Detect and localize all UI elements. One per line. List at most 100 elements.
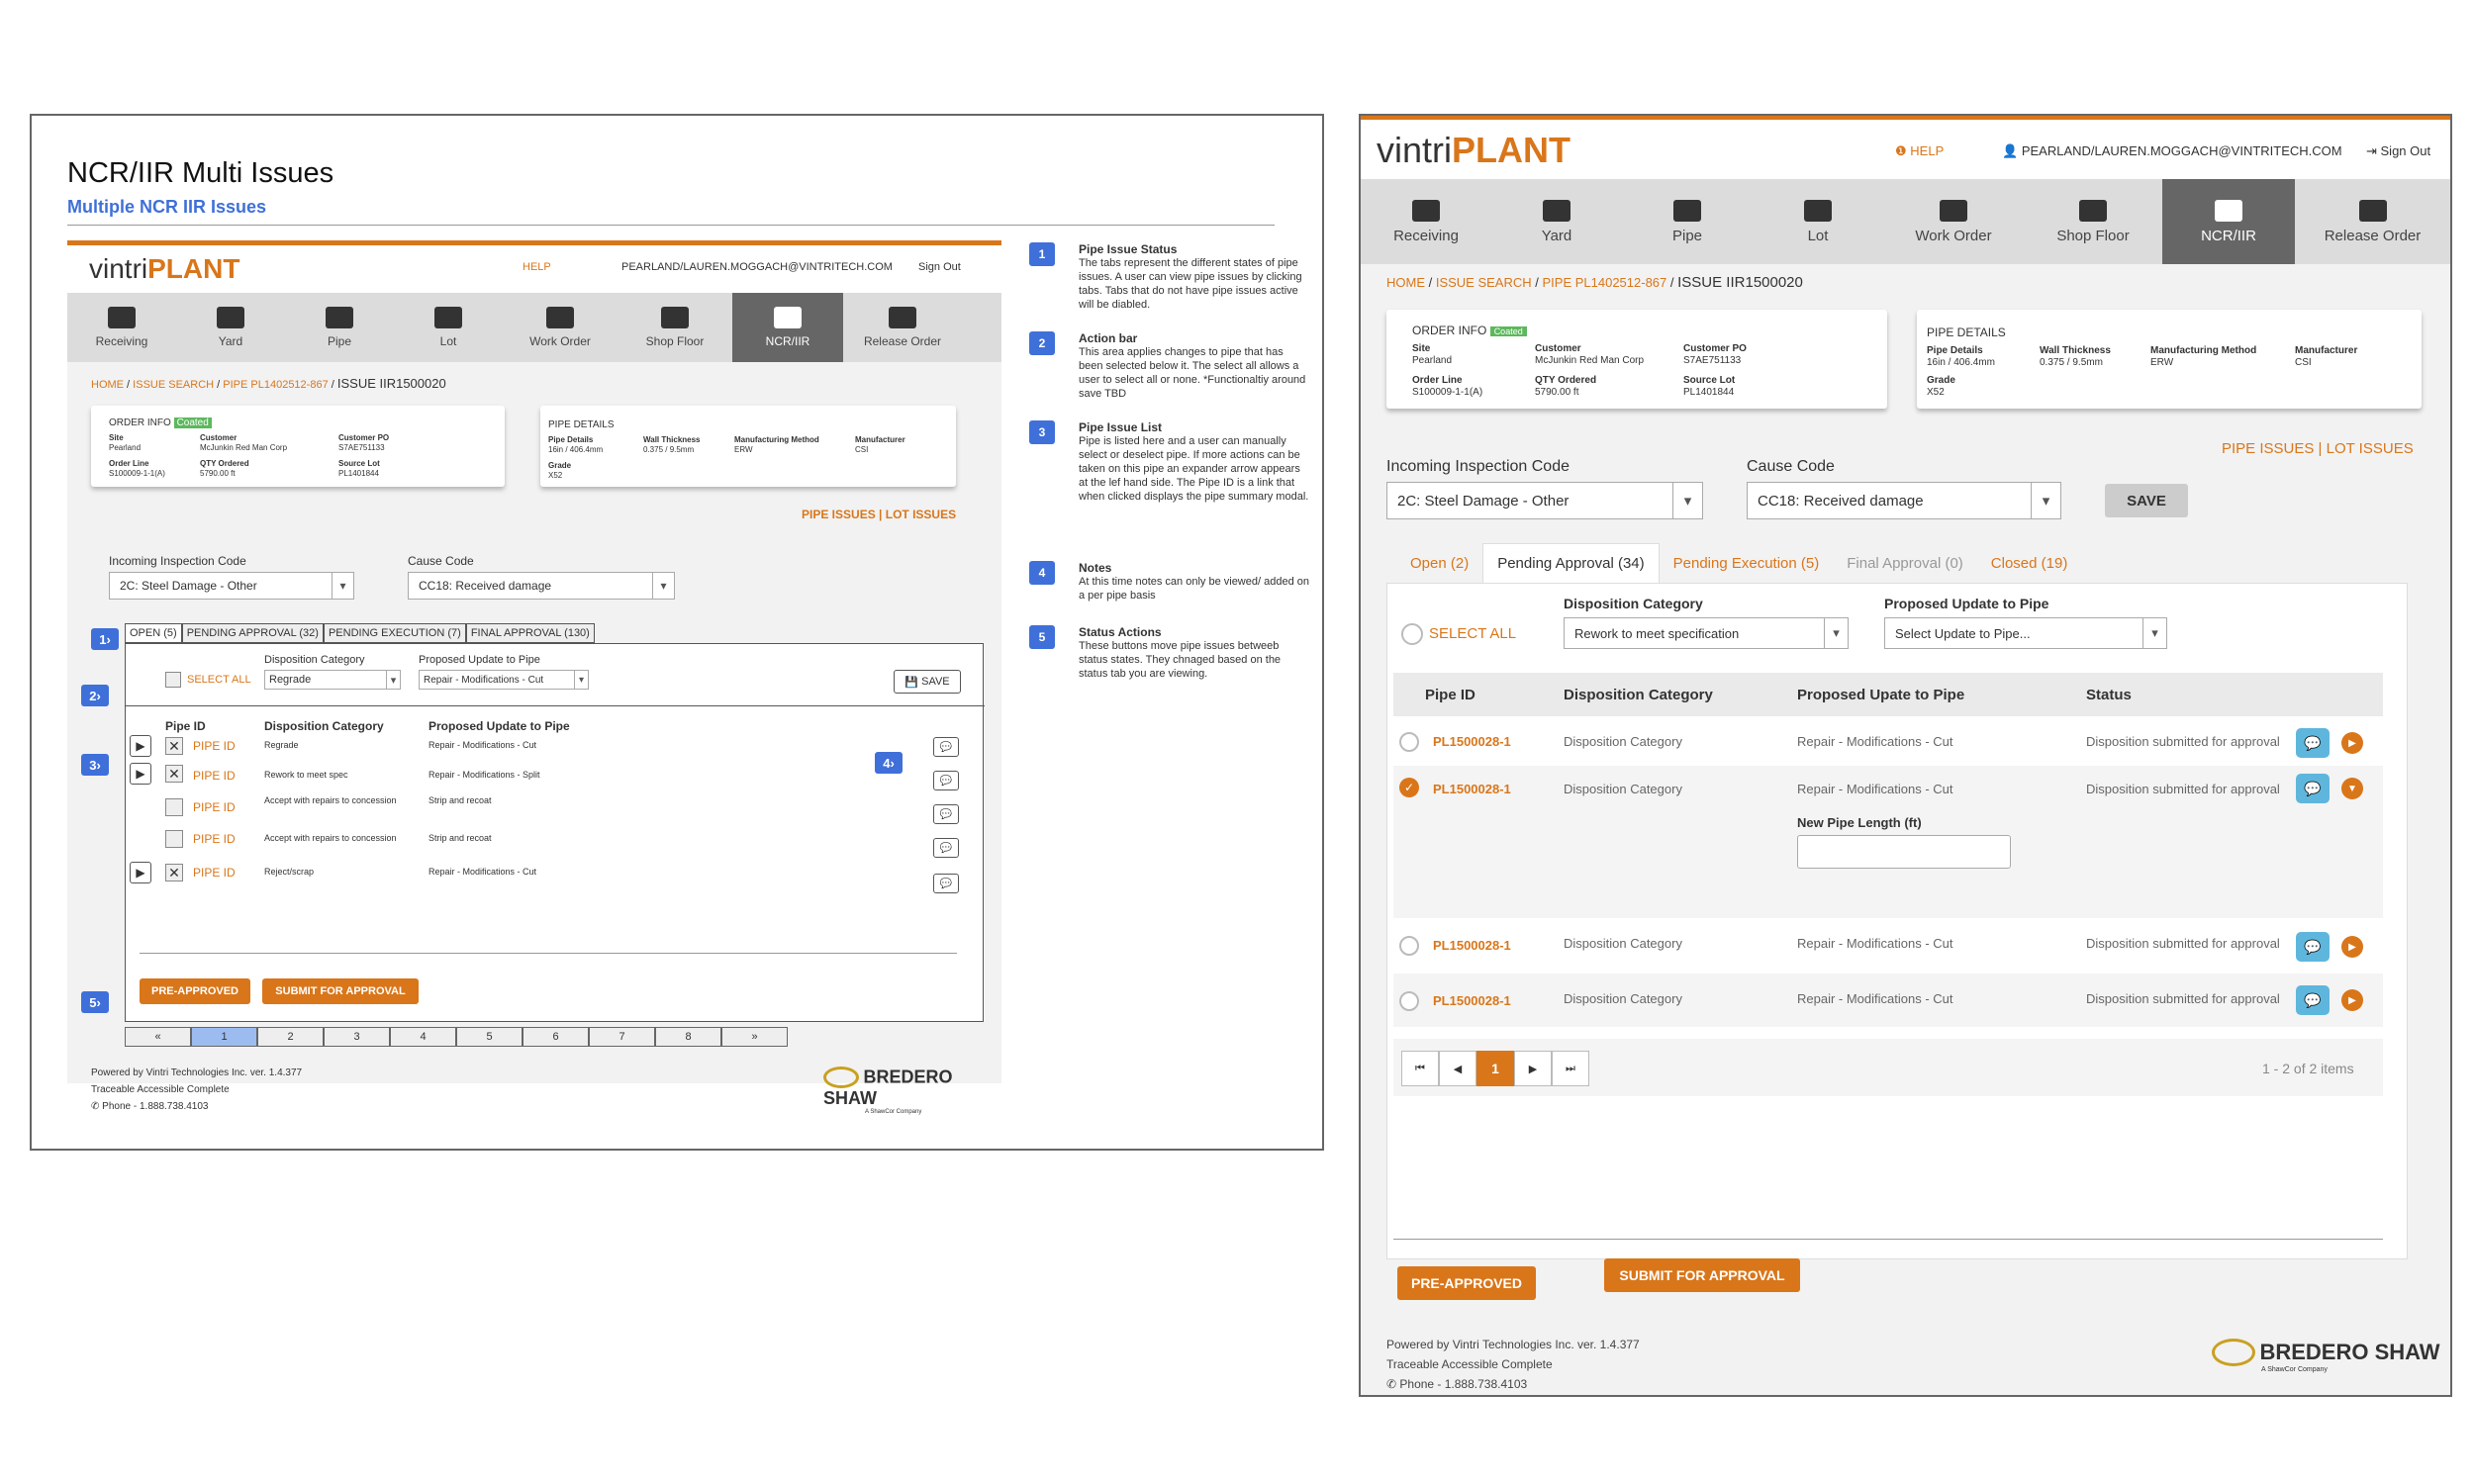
nav-work-order[interactable]: Work Order	[503, 293, 618, 362]
tab-pending-approval[interactable]: PENDING APPROVAL (32)	[181, 623, 324, 643]
checked-radio-icon[interactable]: ✓	[1399, 778, 1419, 797]
expand-arrow-icon[interactable]: ▶	[130, 763, 151, 785]
nav-yard[interactable]: Yard	[176, 293, 285, 362]
pre-approved-button[interactable]: PRE-APPROVED	[1397, 1266, 1536, 1300]
nav-ncr-iir[interactable]: NCR/IIR	[2162, 179, 2295, 264]
row-checkbox[interactable]: ✕	[165, 765, 183, 783]
nav-pipe[interactable]: Pipe	[285, 293, 394, 362]
pager-first-icon[interactable]: ⏮	[1401, 1051, 1439, 1086]
page-8[interactable]: 8	[655, 1027, 721, 1047]
crumb-search[interactable]: ISSUE SEARCH	[1436, 275, 1532, 290]
page-1[interactable]: 1	[191, 1027, 257, 1047]
tab-final-approval[interactable]: FINAL APPROVAL (130)	[465, 623, 595, 643]
signout-link[interactable]: ⇥ Sign Out	[2366, 143, 2430, 159]
pipe-id-link[interactable]: PIPE ID	[193, 800, 236, 814]
nav-release-order[interactable]: Release Order	[2295, 179, 2450, 264]
pager-last-icon[interactable]: ⏭	[1552, 1051, 1589, 1086]
inspection-select[interactable]: 2C: Steel Damage - Other ▾	[109, 572, 354, 600]
nav-lot[interactable]: Lot	[394, 293, 503, 362]
new-length-input[interactable]	[1797, 835, 2011, 869]
page-5[interactable]: 5	[456, 1027, 523, 1047]
crumb-search[interactable]: ISSUE SEARCH	[133, 379, 214, 391]
pipe-id-link[interactable]: PL1500028-1	[1433, 734, 1511, 749]
note-bubble-icon[interactable]: 💬	[933, 737, 959, 757]
note-bubble-icon[interactable]: 💬	[2296, 932, 2330, 962]
note-bubble-icon[interactable]: 💬	[933, 874, 959, 893]
tab-open[interactable]: Open (2)	[1386, 555, 1482, 572]
tab-open[interactable]: OPEN (5)	[125, 623, 182, 643]
nav-ncr-iir[interactable]: NCR/IIR	[732, 293, 843, 362]
note-bubble-icon[interactable]: 💬	[2296, 774, 2330, 803]
pipe-issues-link[interactable]: PIPE ISSUES	[802, 508, 876, 521]
crumb-pipe[interactable]: PIPE PL1402512-867	[1543, 275, 1667, 290]
update-select[interactable]: Repair - Modifications - Cut ▾	[419, 670, 589, 690]
pipe-id-link[interactable]: PL1500028-1	[1433, 993, 1511, 1008]
inspection-select[interactable]: 2C: Steel Damage - Other ▾	[1386, 482, 1703, 519]
status-action-icon[interactable]: ▶	[2341, 936, 2363, 958]
tab-final-approval[interactable]: Final Approval (0)	[1833, 555, 1977, 572]
help-link[interactable]: ❶ HELP	[1895, 143, 1944, 159]
note-bubble-icon[interactable]: 💬	[2296, 985, 2330, 1015]
tab-pending-execution[interactable]: Pending Execution (5)	[1660, 555, 1834, 572]
cause-select[interactable]: CC18: Received damage ▾	[1747, 482, 2061, 519]
page-6[interactable]: 6	[523, 1027, 589, 1047]
row-radio[interactable]	[1399, 732, 1419, 752]
row-checkbox[interactable]	[165, 830, 183, 848]
expand-arrow-icon[interactable]: ▶	[130, 735, 151, 757]
pipe-id-link[interactable]: PIPE ID	[193, 832, 236, 846]
pager-prev-icon[interactable]: ◀	[1439, 1051, 1476, 1086]
nav-receiving[interactable]: Receiving	[67, 293, 176, 362]
page-next[interactable]: »	[721, 1027, 788, 1047]
note-bubble-icon[interactable]: 💬	[2296, 728, 2330, 758]
update-select[interactable]: Select Update to Pipe... ▾	[1884, 617, 2167, 649]
cause-select[interactable]: CC18: Received damage ▾	[408, 572, 675, 600]
nav-yard[interactable]: Yard	[1491, 179, 1622, 264]
lot-issues-link[interactable]: LOT ISSUES	[886, 508, 956, 521]
row-radio[interactable]	[1399, 991, 1419, 1011]
nav-shop-floor[interactable]: Shop Floor	[618, 293, 732, 362]
status-action-icon[interactable]: ▶	[2341, 732, 2363, 754]
nav-lot[interactable]: Lot	[1753, 179, 1883, 264]
lot-issues-link[interactable]: LOT ISSUES	[2327, 440, 2414, 457]
pager-page-1[interactable]: 1	[1476, 1051, 1514, 1086]
pipe-id-link[interactable]: PIPE ID	[193, 739, 236, 753]
pager-next-icon[interactable]: ▶	[1514, 1051, 1552, 1086]
page-7[interactable]: 7	[589, 1027, 655, 1047]
nav-shop-floor[interactable]: Shop Floor	[2024, 179, 2162, 264]
collapse-arrow-icon[interactable]: ▼	[2341, 778, 2363, 799]
tab-closed[interactable]: Closed (19)	[1977, 555, 2082, 572]
nav-release-order[interactable]: Release Order	[843, 293, 962, 362]
nav-pipe[interactable]: Pipe	[1622, 179, 1753, 264]
save-button[interactable]: SAVE	[2105, 484, 2188, 517]
signout-link[interactable]: Sign Out	[918, 261, 961, 273]
tab-pending-execution[interactable]: PENDING EXECUTION (7)	[323, 623, 466, 643]
row-checkbox[interactable]	[165, 798, 183, 816]
pipe-id-link[interactable]: PL1500028-1	[1433, 938, 1511, 953]
note-bubble-icon[interactable]: 💬	[933, 838, 959, 858]
pipe-issues-link[interactable]: PIPE ISSUES	[2222, 440, 2314, 457]
pipe-id-link[interactable]: PIPE ID	[193, 866, 236, 880]
select-all-checkbox[interactable]	[165, 672, 181, 688]
page-3[interactable]: 3	[324, 1027, 390, 1047]
crumb-pipe[interactable]: PIPE PL1402512-867	[223, 379, 328, 391]
page-2[interactable]: 2	[257, 1027, 324, 1047]
crumb-home[interactable]: HOME	[1386, 275, 1425, 290]
page-4[interactable]: 4	[390, 1027, 456, 1047]
crumb-home[interactable]: HOME	[91, 379, 124, 391]
nav-receiving[interactable]: Receiving	[1361, 179, 1491, 264]
select-all-radio[interactable]	[1401, 623, 1423, 645]
pipe-id-link[interactable]: PL1500028-1	[1433, 782, 1511, 796]
row-checkbox[interactable]: ✕	[165, 864, 183, 881]
note-bubble-icon[interactable]: 💬	[933, 771, 959, 790]
page-prev[interactable]: «	[125, 1027, 191, 1047]
expand-arrow-icon[interactable]: ▶	[130, 862, 151, 883]
row-checkbox[interactable]: ✕	[165, 737, 183, 755]
disposition-select[interactable]: Rework to meet specification ▾	[1564, 617, 1849, 649]
nav-work-order[interactable]: Work Order	[1883, 179, 2024, 264]
disposition-select[interactable]: Regrade ▾	[264, 670, 401, 690]
design-submit-approval-button[interactable]: SUBMIT FOR APPROVAL	[1604, 1258, 1800, 1292]
submit-approval-button[interactable]: SUBMIT FOR APPROVAL	[262, 978, 419, 1004]
tab-pending-approval[interactable]: Pending Approval (34)	[1482, 543, 1660, 583]
row-radio[interactable]	[1399, 936, 1419, 956]
help-link[interactable]: HELP	[523, 261, 551, 273]
